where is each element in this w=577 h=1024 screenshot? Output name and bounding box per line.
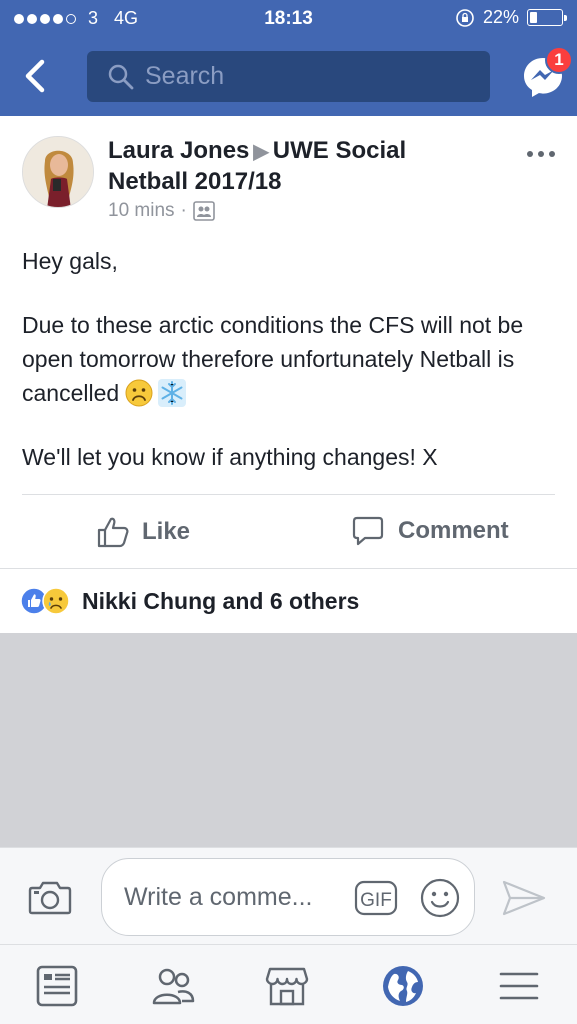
battery-icon	[527, 9, 567, 26]
snowflake-emoji-icon	[158, 379, 187, 407]
nav-bar: Search 1	[0, 36, 577, 116]
meta-separator: ·	[180, 200, 187, 221]
marketplace-icon[interactable]	[264, 963, 310, 1009]
post-actions: Like Comment	[0, 495, 577, 568]
post-header-title: Laura Jones ▶ UWE Social Netball 2017/18	[108, 136, 488, 197]
avatar-photo	[23, 137, 93, 207]
battery-area: 22%	[455, 7, 567, 28]
send-icon[interactable]	[500, 878, 548, 918]
top-header: 3 4G 18:13 22% Search 1	[0, 0, 577, 116]
post-closing: We'll let you know if anything changes! …	[22, 444, 438, 470]
news-feed-icon[interactable]	[34, 963, 80, 1009]
search-icon	[108, 64, 134, 89]
battery-percent: 22%	[482, 7, 519, 27]
post-message: Due to these arctic conditions the CFS w…	[22, 308, 542, 410]
bottom-tab-bar	[0, 944, 577, 1024]
post-meta: 10 mins ·	[108, 200, 215, 222]
camera-icon[interactable]	[28, 878, 72, 916]
post-body: Hey gals, Due to these arctic conditions…	[22, 244, 542, 474]
comment-input[interactable]: Write a comme... GIF	[101, 858, 475, 936]
comment-icon	[352, 516, 384, 546]
friends-icon[interactable]	[150, 963, 196, 1009]
comment-button[interactable]: Comment	[352, 515, 509, 547]
gif-label: GIF	[360, 890, 392, 911]
reactions-text: Nikki Chung and 6 others	[82, 587, 360, 614]
like-button[interactable]: Like	[96, 515, 190, 549]
more-icon[interactable]	[526, 150, 556, 158]
menu-icon[interactable]	[496, 963, 542, 1009]
emoji-icon[interactable]	[419, 877, 461, 919]
arrow-right-icon: ▶	[253, 141, 269, 163]
post-card: Laura Jones ▶ UWE Social Netball 2017/18 1…	[0, 116, 577, 568]
comment-composer: Write a comme... GIF	[0, 847, 577, 944]
back-icon[interactable]	[18, 58, 54, 94]
author-name[interactable]: Laura Jones	[108, 137, 249, 164]
reactions-summary[interactable]: Nikki Chung and 6 others	[0, 568, 577, 633]
comment-placeholder: Write a comme...	[124, 883, 313, 911]
battery-level	[530, 12, 537, 23]
like-label: Like	[142, 518, 191, 545]
group-icon	[193, 201, 215, 221]
empty-comments-area	[0, 633, 577, 847]
notifications-globe-icon[interactable]	[380, 963, 426, 1009]
like-icon	[97, 517, 129, 548]
search-placeholder: Search	[145, 62, 225, 90]
avatar[interactable]	[22, 136, 94, 208]
frowning-face-emoji-icon	[125, 379, 153, 407]
post-message-text: Due to these arctic conditions the CFS w…	[22, 312, 524, 406]
gif-icon[interactable]: GIF	[354, 879, 398, 917]
post-greeting: Hey gals,	[22, 248, 118, 274]
messenger-badge: 1	[545, 46, 573, 74]
search-input[interactable]: Search	[87, 51, 490, 102]
rotation-lock-icon	[456, 8, 474, 27]
sad-reaction-icon	[42, 587, 70, 615]
comment-label: Comment	[398, 517, 509, 544]
post-time[interactable]: 10 mins	[108, 200, 175, 222]
status-bar: 3 4G 18:13 22%	[0, 0, 577, 36]
